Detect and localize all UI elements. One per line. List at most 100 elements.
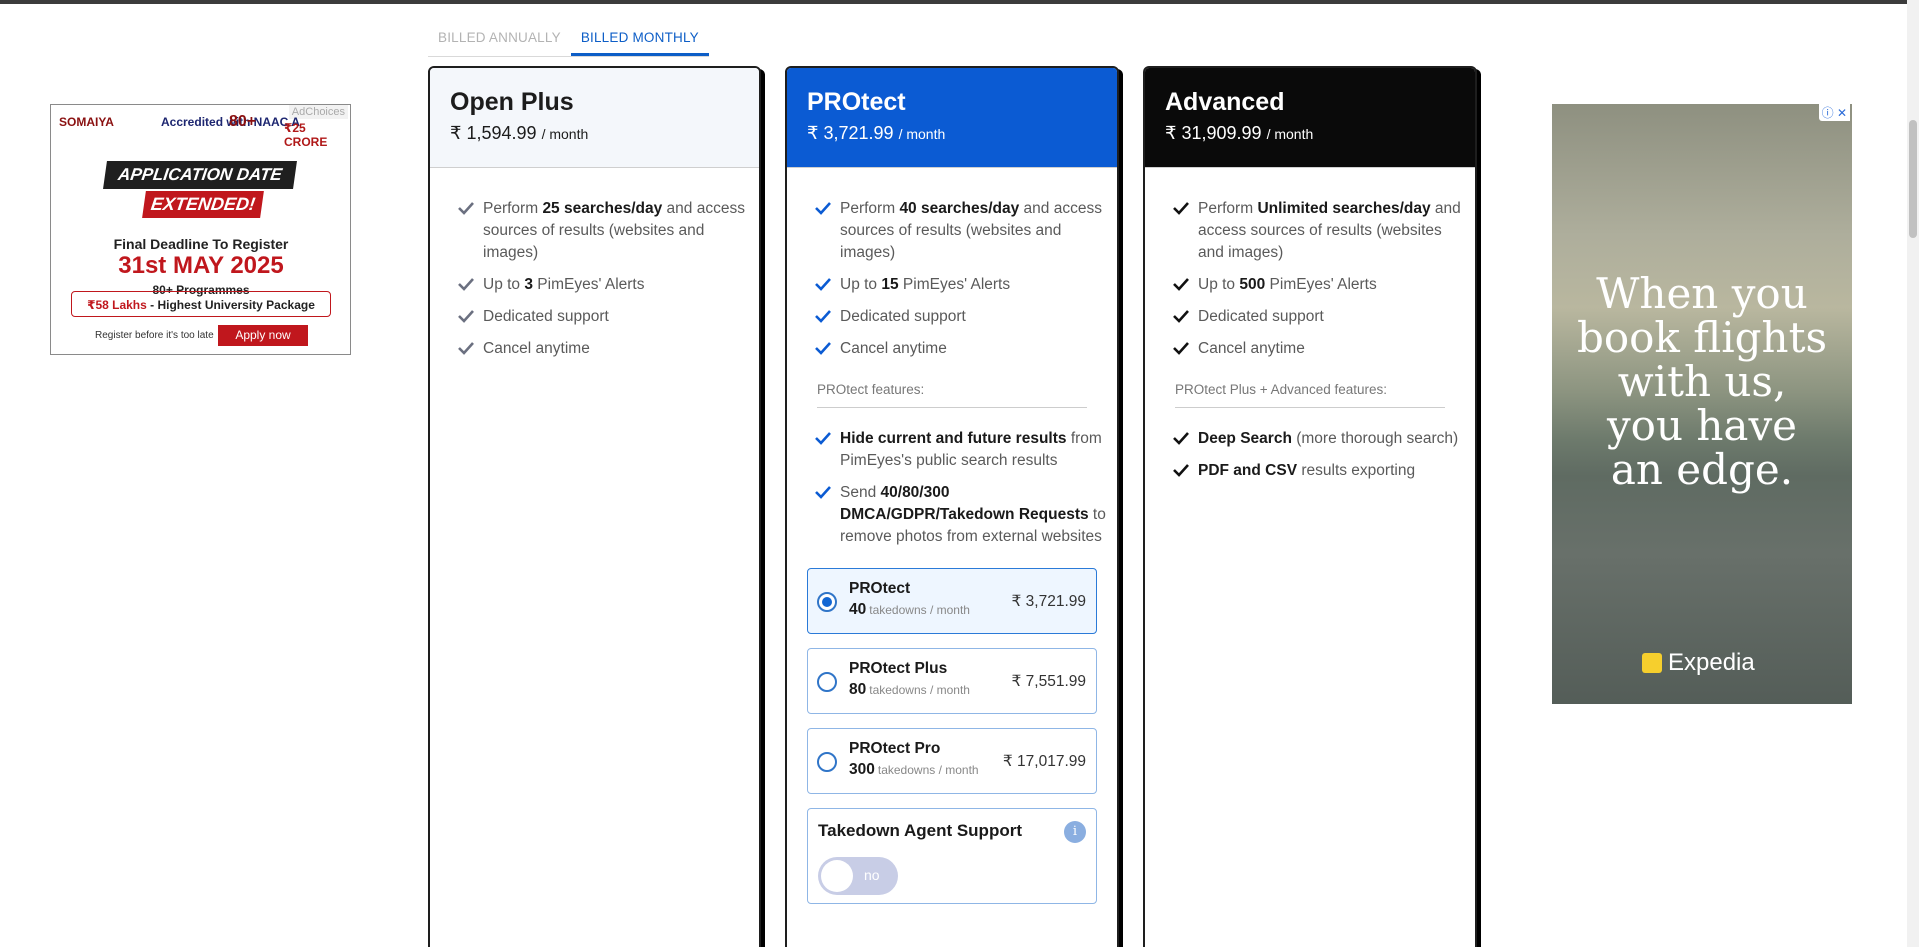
feature-text: Cancel anytime	[483, 340, 590, 357]
plan-name: PROtect	[807, 88, 906, 116]
extra-feature-list: Hide current and future results from Pim…	[787, 408, 1117, 548]
tab-billed-annually[interactable]: BILLED ANNUALLY	[428, 28, 571, 56]
feature-highlight: 25 searches/day	[542, 200, 663, 217]
price-value: 1,594.99	[466, 123, 537, 143]
radio-button[interactable]	[817, 752, 837, 772]
option-protect-plus[interactable]: PROtect Plus 80 takedowns / month ₹ 7,551…	[807, 648, 1097, 714]
count-unit: takedowns / month	[869, 683, 970, 697]
ad-headline-line: with us,	[1617, 357, 1787, 406]
feature-item: Up to 15 PimEyes' Alerts	[814, 274, 1107, 296]
price-period: / month	[898, 126, 946, 142]
radio-button[interactable]	[817, 672, 837, 692]
feature-item: Deep Search (more thorough search)	[1172, 428, 1465, 450]
checkmark-icon	[458, 342, 474, 355]
feature-text: Up to	[840, 276, 882, 293]
info-icon[interactable]: i	[1064, 821, 1086, 843]
ad-date: 31st MAY 2025	[118, 252, 284, 279]
plan-name: Open Plus	[450, 88, 574, 116]
toggle-knob	[821, 860, 853, 892]
feature-text: Perform	[483, 200, 543, 217]
ad-brand-name: Expedia	[1668, 649, 1755, 676]
checkmark-icon	[815, 278, 831, 291]
plan-name: Advanced	[1165, 88, 1285, 116]
feature-item: Up to 500 PimEyes' Alerts	[1172, 274, 1465, 296]
option-price: ₹ 7,551.99	[1011, 673, 1086, 690]
checkmark-icon	[815, 486, 831, 499]
ad-banner-extended: EXTENDED!	[142, 191, 264, 218]
takedown-agent-support: Takedown Agent Support i no	[807, 808, 1097, 904]
tab-billed-monthly[interactable]: BILLED MONTHLY	[570, 28, 709, 56]
feature-item: Cancel anytime	[457, 338, 749, 360]
feature-highlight: Hide current and future results	[840, 430, 1067, 447]
count-unit: takedowns / month	[869, 603, 970, 617]
feature-list: Perform Unlimited searches/day and acces…	[1145, 168, 1475, 360]
feature-highlight: 500	[1239, 276, 1266, 293]
checkmark-icon	[815, 310, 831, 323]
ad-expedia[interactable]: ⓘ ✕ When you book flights with us, you h…	[1552, 104, 1852, 704]
ad-register-text: Register before it's too late	[95, 330, 214, 341]
feature-text: Dedicated support	[483, 308, 609, 325]
radio-button[interactable]	[817, 592, 837, 612]
plan-header: Advanced ₹ 31,909.99 / month	[1145, 68, 1475, 168]
plan-price: ₹ 31,909.99 / month	[1165, 123, 1455, 144]
ad-apply-button[interactable]: Apply now	[218, 325, 308, 346]
plan-card-advanced: Advanced ₹ 31,909.99 / month Perform Unl…	[1143, 66, 1477, 947]
checkmark-icon	[1173, 202, 1189, 215]
scrollbar-thumb[interactable]	[1909, 120, 1917, 238]
feature-text: Up to	[483, 276, 525, 293]
checkmark-icon	[458, 310, 474, 323]
price-value: 3,721.99	[823, 123, 894, 143]
currency: ₹	[1165, 123, 1177, 143]
option-price: ₹ 17,017.99	[1002, 753, 1086, 770]
feature-item: Perform 25 searches/day and access sourc…	[457, 198, 749, 264]
checkmark-icon	[815, 432, 831, 445]
feature-item: Perform Unlimited searches/day and acces…	[1172, 198, 1465, 264]
feature-text: Cancel anytime	[840, 340, 947, 357]
feature-item: PDF and CSV results exporting	[1172, 460, 1465, 482]
price-period: / month	[541, 126, 589, 142]
takedown-agent-toggle[interactable]: no	[818, 857, 898, 895]
ad-headline: When you book flights with us, you have …	[1552, 272, 1852, 492]
option-protect-pro[interactable]: PROtect Pro 300 takedowns / month ₹ 17,01…	[807, 728, 1097, 794]
plan-card-protect: PROtect ₹ 3,721.99 / month Perform 40 se…	[785, 66, 1119, 947]
ad-package-amount: ₹58 Lakhs	[87, 298, 147, 312]
feature-item: Perform 40 searches/day and access sourc…	[814, 198, 1107, 264]
adchoices-icon[interactable]: ⓘ ✕	[1818, 104, 1850, 121]
feature-list: Perform 25 searches/day and access sourc…	[430, 168, 759, 360]
ad-somaiya[interactable]: AdChoices SOMAIYA Accredited with NAAC A…	[50, 104, 351, 355]
feature-text: Cancel anytime	[1198, 340, 1305, 357]
price-period: / month	[1266, 126, 1314, 142]
takedown-agent-title: Takedown Agent Support	[818, 821, 1022, 840]
feature-highlight: 15	[881, 276, 899, 293]
ad-headline-line: book flights	[1576, 313, 1828, 362]
option-protect[interactable]: PROtect 40 takedowns / month ₹ 3,721.99	[807, 568, 1097, 634]
page-scrollbar[interactable]	[1907, 0, 1919, 947]
feature-item: Dedicated support	[814, 306, 1107, 328]
feature-item: Hide current and future results from Pim…	[814, 428, 1107, 472]
feature-item: Up to 3 PimEyes' Alerts	[457, 274, 749, 296]
plan-price: ₹ 1,594.99 / month	[450, 123, 739, 144]
feature-text: PimEyes' Alerts	[532, 276, 645, 293]
feature-highlight: Unlimited searches/day	[1257, 200, 1431, 217]
feature-text: Dedicated support	[840, 308, 966, 325]
feature-text: PimEyes' Alerts	[1265, 276, 1377, 293]
feature-highlight: 40 searches/day	[899, 200, 1020, 217]
feature-list: Perform 40 searches/day and access sourc…	[787, 168, 1117, 360]
count-value: 80	[849, 681, 867, 698]
price-value: 31,909.99	[1181, 123, 1262, 143]
count-unit: takedowns / month	[877, 763, 979, 777]
toggle-label: no	[864, 867, 880, 883]
feature-text: Dedicated support	[1198, 308, 1324, 325]
feature-text: Perform	[1198, 200, 1258, 217]
ad-brand: SOMAIYA	[59, 115, 114, 129]
feature-item: Dedicated support	[1172, 306, 1465, 328]
checkmark-icon	[458, 278, 474, 291]
plan-price: ₹ 3,721.99 / month	[807, 123, 1097, 144]
ad-headline-line: you have	[1606, 401, 1798, 450]
ad-years: 80+	[229, 113, 257, 130]
expedia-logo-icon	[1642, 653, 1662, 673]
checkmark-icon	[1173, 278, 1189, 291]
checkmark-icon	[458, 202, 474, 215]
ad-brand: Expedia	[1642, 649, 1755, 677]
currency: ₹	[807, 123, 819, 143]
